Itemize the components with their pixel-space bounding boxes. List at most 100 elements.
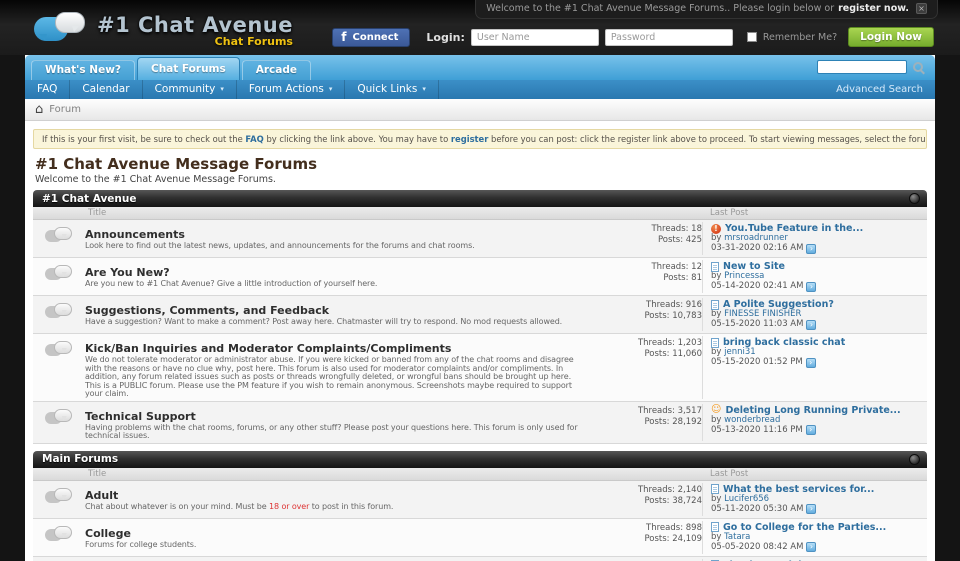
thread-page-icon bbox=[711, 484, 719, 494]
last-post-cell: bring back classic chatby jenni3105-15-2… bbox=[702, 336, 927, 399]
first-visit-notice: If this is your first visit, be sure to … bbox=[33, 129, 927, 149]
column-headers: TitleLast Post bbox=[33, 468, 927, 481]
password-input[interactable] bbox=[605, 29, 733, 46]
menu-item-faq[interactable]: FAQ bbox=[25, 80, 70, 99]
menu-item-community[interactable]: Community▾ bbox=[143, 80, 237, 99]
page-head: #1 Chat Avenue Message Forums Welcome to… bbox=[35, 156, 925, 185]
register-now-link[interactable]: register now. bbox=[838, 3, 909, 14]
last-post-date: 05-13-2020 11:16 PM bbox=[711, 425, 803, 436]
forum-icon bbox=[44, 408, 74, 430]
search-icon[interactable] bbox=[912, 61, 925, 74]
go-to-last-post-icon[interactable]: › bbox=[806, 425, 816, 435]
register-link[interactable]: register bbox=[451, 134, 488, 144]
last-post-author-link[interactable]: Lucifer656 bbox=[724, 494, 769, 504]
forum-description: Are you new to #1 Chat Avenue? Give a li… bbox=[85, 280, 584, 289]
forum-title-link[interactable]: College bbox=[85, 527, 131, 540]
last-post-cell: What the best services for...by Lucifer6… bbox=[702, 483, 927, 516]
forum-icon bbox=[44, 340, 74, 362]
menu-item-quick-links[interactable]: Quick Links▾ bbox=[345, 80, 439, 99]
forum-row-college: CollegeForums for college students.Threa… bbox=[33, 519, 927, 557]
forum-row-are-you-new: Are You New?Are you new to #1 Chat Avenu… bbox=[33, 258, 927, 296]
notice-text: before you can post: click the register … bbox=[488, 134, 927, 144]
last-post-date: 05-15-2020 11:03 AM bbox=[711, 319, 803, 330]
facebook-icon: f bbox=[341, 32, 346, 42]
login-area: f Connect Login: Remember Me? Login Now bbox=[332, 27, 934, 47]
site-logo[interactable]: #1 Chat Avenue Chat Forums bbox=[34, 11, 293, 49]
thread-page-icon bbox=[711, 522, 719, 532]
column-title: Title bbox=[33, 208, 592, 218]
column-headers: TitleLast Post bbox=[33, 207, 927, 220]
last-post-author-link[interactable]: wonderbread bbox=[724, 415, 780, 425]
tab-what-s-new[interactable]: What's New? bbox=[31, 60, 135, 80]
go-to-last-post-icon[interactable]: › bbox=[806, 244, 816, 254]
forum-description: We do not tolerate moderator or administ… bbox=[85, 356, 584, 399]
menu-item-label: FAQ bbox=[37, 80, 57, 99]
thread-page-icon bbox=[711, 262, 719, 272]
breadcrumb-forum-link[interactable]: Forum bbox=[49, 104, 81, 115]
collapse-icon[interactable] bbox=[909, 454, 920, 465]
login-label: Login: bbox=[426, 31, 464, 44]
go-to-last-post-icon[interactable]: › bbox=[806, 320, 816, 330]
menu-item-forum-actions[interactable]: Forum Actions▾ bbox=[237, 80, 346, 99]
tab-chat-forums[interactable]: Chat Forums bbox=[137, 57, 240, 80]
go-to-last-post-icon[interactable]: › bbox=[806, 542, 816, 552]
category-title: #1 Chat Avenue bbox=[42, 193, 137, 205]
advanced-search-link[interactable]: Advanced Search bbox=[836, 80, 923, 99]
logo-title: #1 Chat Avenue bbox=[97, 14, 293, 36]
menu-item-calendar[interactable]: Calendar bbox=[70, 80, 142, 99]
forum-title-link[interactable]: Are You New? bbox=[85, 266, 170, 279]
last-post-author-link[interactable]: Tatara bbox=[724, 532, 750, 542]
forum-title-link[interactable]: Announcements bbox=[85, 228, 185, 241]
remember-me-checkbox[interactable] bbox=[747, 32, 757, 42]
tab-arcade[interactable]: Arcade bbox=[242, 60, 311, 80]
breadcrumb: ⌂ Forum bbox=[25, 99, 935, 121]
threads-count: Threads: 916 bbox=[592, 300, 702, 311]
menu-bar: FAQCalendarCommunity▾Forum Actions▾Quick… bbox=[25, 80, 935, 99]
chevron-down-icon: ▾ bbox=[422, 80, 426, 99]
forum-row-kick-ban-inquiries-and-moderator-complaints-compliments: Kick/Ban Inquiries and Moderator Complai… bbox=[33, 334, 927, 402]
welcome-bar: Welcome to the #1 Chat Avenue Message Fo… bbox=[475, 0, 938, 19]
category-header: Main Forums bbox=[33, 451, 927, 468]
posts-count: Posts: 425 bbox=[592, 235, 702, 246]
forum-title-link[interactable]: Kick/Ban Inquiries and Moderator Complai… bbox=[85, 342, 451, 355]
faq-link[interactable]: FAQ bbox=[245, 134, 263, 144]
page-subtitle: Welcome to the #1 Chat Avenue Message Fo… bbox=[35, 174, 925, 185]
forum-icon bbox=[44, 487, 74, 509]
thread-page-icon bbox=[711, 338, 719, 348]
forum-sections: #1 Chat AvenueTitleLast PostAnnouncement… bbox=[25, 190, 935, 561]
last-post-date: 05-14-2020 02:41 AM bbox=[711, 281, 803, 292]
forum-title-link[interactable]: Technical Support bbox=[85, 410, 196, 423]
go-to-last-post-icon[interactable]: › bbox=[806, 282, 816, 292]
go-to-last-post-icon[interactable]: › bbox=[806, 504, 816, 514]
page-title: #1 Chat Avenue Message Forums bbox=[35, 156, 925, 172]
last-post-date: 03-31-2020 02:16 AM bbox=[711, 243, 803, 254]
forum-title-link[interactable]: Adult bbox=[85, 489, 118, 502]
login-now-button[interactable]: Login Now bbox=[848, 27, 934, 47]
forum-description: Have a suggestion? Want to make a commen… bbox=[85, 318, 584, 327]
last-post-author-link[interactable]: Princessa bbox=[724, 271, 764, 281]
facebook-connect-button[interactable]: f Connect bbox=[332, 28, 410, 47]
posts-count: Posts: 81 bbox=[592, 273, 702, 284]
search-input[interactable] bbox=[817, 60, 907, 74]
home-icon[interactable]: ⌂ bbox=[35, 103, 43, 116]
last-post-author-link[interactable]: jenni31 bbox=[724, 347, 756, 357]
last-post-author-link[interactable]: FINESSE FINISHER bbox=[724, 309, 801, 319]
last-post-author-link[interactable]: mrsroadrunner bbox=[724, 233, 788, 243]
go-to-last-post-icon[interactable]: › bbox=[806, 358, 816, 368]
forum-description: Having problems with the chat rooms, for… bbox=[85, 424, 584, 441]
threads-count: Threads: 3,517 bbox=[592, 406, 702, 417]
threads-count: Threads: 18 bbox=[592, 224, 702, 235]
forum-row-technical-support: Technical SupportHaving problems with th… bbox=[33, 402, 927, 444]
collapse-icon[interactable] bbox=[909, 193, 920, 204]
forum-description: Look here to find out the latest news, u… bbox=[85, 242, 584, 251]
forum-icon bbox=[44, 302, 74, 324]
menu-item-label: Community bbox=[155, 80, 216, 99]
forum-title-link[interactable]: Suggestions, Comments, and Feedback bbox=[85, 304, 329, 317]
menu-item-label: Calendar bbox=[82, 80, 129, 99]
forum-row-announcements: AnnouncementsLook here to find out the l… bbox=[33, 220, 927, 258]
dismiss-icon[interactable]: × bbox=[916, 3, 927, 14]
menu-item-label: Forum Actions bbox=[249, 80, 324, 99]
username-input[interactable] bbox=[471, 29, 599, 46]
last-post-cell: New to Siteby Princessa05-14-2020 02:41 … bbox=[702, 260, 927, 293]
last-post-date: 05-11-2020 05:30 AM bbox=[711, 504, 803, 515]
